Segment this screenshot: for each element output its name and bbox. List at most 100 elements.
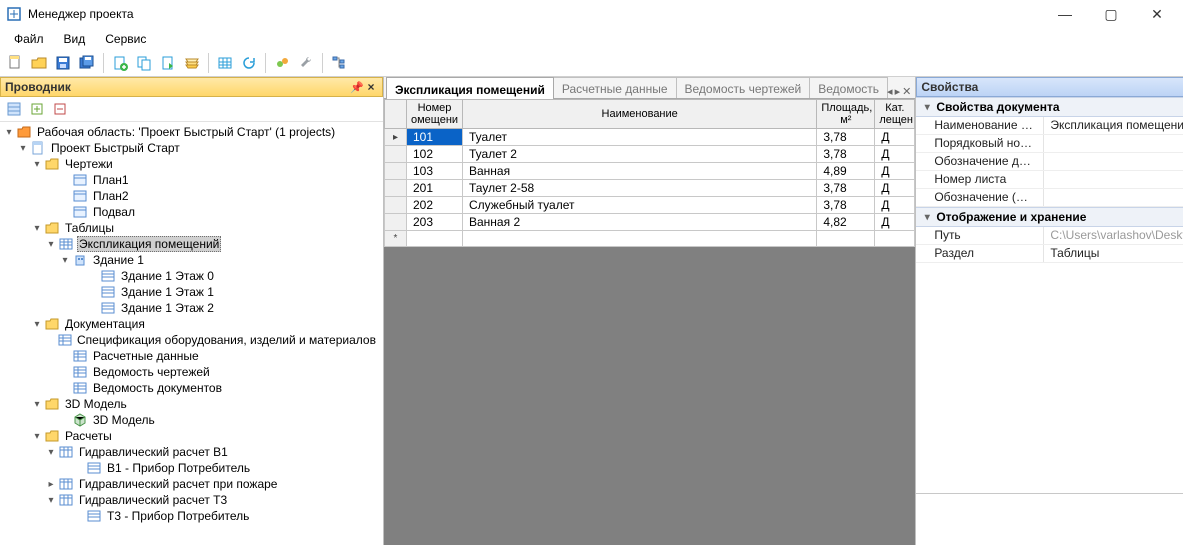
twist-icon[interactable] (30, 397, 44, 411)
tree-plan1[interactable]: План1 (91, 173, 131, 187)
tab-next-icon[interactable]: ▸ (895, 85, 901, 98)
prop-category[interactable]: Свойства документа (916, 97, 1183, 117)
table-row[interactable]: ▸101Туалет3,78Д (385, 129, 915, 146)
wrench-icon[interactable] (295, 52, 317, 74)
cell-number[interactable]: 103 (407, 163, 463, 180)
table-row[interactable]: 203Ванная 24,82Д (385, 214, 915, 231)
cell-area[interactable]: 3,78 (817, 197, 875, 214)
pin-icon[interactable]: 📌 (350, 81, 364, 94)
tree-3dfolder[interactable]: 3D Модель (63, 397, 129, 411)
menu-file[interactable]: Файл (6, 30, 52, 48)
cell-name[interactable]: Туалет 2 (463, 146, 817, 163)
minimize-button[interactable]: — (1051, 6, 1079, 23)
cell-number[interactable]: 101 (407, 129, 463, 146)
tree-icon[interactable] (328, 52, 350, 74)
twist-icon[interactable] (44, 237, 58, 251)
cell-area[interactable]: 3,78 (817, 180, 875, 197)
new-icon[interactable] (4, 52, 26, 74)
cell-name[interactable]: Ванная 2 (463, 214, 817, 231)
tree-plan2[interactable]: План2 (91, 189, 131, 203)
tree-ht3[interactable]: Гидравлический расчет Т3 (77, 493, 229, 507)
twist-icon[interactable] (30, 221, 44, 235)
plug-icon[interactable] (271, 52, 293, 74)
prop-row[interactable]: ПутьC:\Users\varlashov\Desktop\Проект Бы… (916, 227, 1183, 245)
cell-area[interactable]: 4,82 (817, 214, 875, 231)
col-cat[interactable]: Кат. лещен (875, 100, 915, 129)
doc-link-icon[interactable] (133, 52, 155, 74)
tree-docs[interactable]: Документация (63, 317, 147, 331)
twist-icon[interactable] (2, 125, 16, 139)
prop-value[interactable]: C:\Users\varlashov\Desktop\Проект Быстры (1044, 227, 1183, 244)
tree-workspace[interactable]: Рабочая область: 'Проект Быстрый Старт' … (35, 125, 337, 139)
cell-number[interactable]: 102 (407, 146, 463, 163)
tab-vedch[interactable]: Ведомость чертежей (676, 77, 811, 98)
tree-project[interactable]: Проект Быстрый Старт (49, 141, 182, 155)
cell-cat[interactable]: Д (875, 163, 915, 180)
prop-value[interactable] (1044, 135, 1183, 152)
doc-copy-icon[interactable] (157, 52, 179, 74)
open-icon[interactable] (28, 52, 50, 74)
cell-name[interactable]: Служебный туалет (463, 197, 817, 214)
tab-explication[interactable]: Экспликация помещений (386, 77, 554, 99)
twist-icon[interactable] (44, 477, 58, 491)
cell-area[interactable]: 3,78 (817, 129, 875, 146)
tree-veddoc[interactable]: Ведомость документов (91, 381, 224, 395)
cell-number[interactable]: 203 (407, 214, 463, 231)
twist-icon[interactable] (16, 141, 30, 155)
cell-cat[interactable]: Д (875, 197, 915, 214)
close-panel-icon[interactable]: × (364, 80, 378, 94)
prop-row[interactable]: Порядковый номер... (916, 135, 1183, 153)
twist-icon[interactable] (30, 429, 44, 443)
tree-hv1[interactable]: Гидравлический расчет В1 (77, 445, 230, 459)
prop-value[interactable] (1044, 189, 1183, 206)
view-list-icon[interactable] (4, 99, 24, 119)
cell-name[interactable]: Туалет (463, 129, 817, 146)
prop-row[interactable]: Наименование доку...Экспликация помещени… (916, 117, 1183, 135)
prop-row[interactable]: Обозначение (шифр)... (916, 189, 1183, 207)
prop-row[interactable]: Обозначение докуме... (916, 153, 1183, 171)
tab-calcdata[interactable]: Расчетные данные (553, 77, 677, 98)
tree-floor0[interactable]: Здание 1 Этаж 0 (119, 269, 216, 283)
close-button[interactable]: ✕ (1143, 6, 1171, 23)
cell-number[interactable]: 202 (407, 197, 463, 214)
table-row[interactable]: 202Служебный туалет3,78Д (385, 197, 915, 214)
tree-bldg1[interactable]: Здание 1 (91, 253, 146, 267)
table-row[interactable]: 102Туалет 23,78Д (385, 146, 915, 163)
twist-icon[interactable] (44, 493, 58, 507)
twist-icon[interactable] (30, 157, 44, 171)
table-row[interactable]: 201Таулет 2-583,78Д (385, 180, 915, 197)
stack-icon[interactable] (181, 52, 203, 74)
tree-tables[interactable]: Таблицы (63, 221, 116, 235)
prop-value[interactable]: Экспликация помещений (1044, 117, 1183, 134)
tree-spec[interactable]: Спецификация оборудования, изделий и мат… (75, 333, 378, 347)
cell-area[interactable]: 4,89 (817, 163, 875, 180)
prop-value[interactable] (1044, 153, 1183, 170)
col-number[interactable]: Номер омещени (407, 100, 463, 129)
col-area[interactable]: Площадь, м² (817, 100, 875, 129)
table-new-row[interactable]: * (385, 231, 915, 247)
doc-add-icon[interactable] (109, 52, 131, 74)
saveall-icon[interactable] (76, 52, 98, 74)
menu-service[interactable]: Сервис (97, 30, 154, 48)
tab-veddoc[interactable]: Ведомость (809, 77, 888, 98)
tree-drawings[interactable]: Чертежи (63, 157, 115, 171)
tree-vedch[interactable]: Ведомость чертежей (91, 365, 212, 379)
tree-podval[interactable]: Подвал (91, 205, 137, 219)
tree-3dmodel[interactable]: 3D Модель (91, 413, 157, 427)
tree-ht3s[interactable]: Т3 - Прибор Потребитель (105, 509, 251, 523)
tab-close-icon[interactable]: ✕ (902, 85, 911, 98)
tree-calcdata[interactable]: Расчетные данные (91, 349, 201, 363)
tree-calcs[interactable]: Расчеты (63, 429, 114, 443)
cell-cat[interactable]: Д (875, 214, 915, 231)
project-tree[interactable]: Рабочая область: 'Проект Быстрый Старт' … (0, 122, 383, 545)
twist-icon[interactable] (58, 253, 72, 267)
tree-hfire[interactable]: Гидравлический расчет при пожаре (77, 477, 279, 491)
tree-hv1s[interactable]: В1 - Прибор Потребитель (105, 461, 252, 475)
expand-icon[interactable] (27, 99, 47, 119)
prop-row[interactable]: РазделТаблицы (916, 245, 1183, 263)
prop-value[interactable] (1044, 171, 1183, 188)
col-name[interactable]: Наименование (463, 100, 817, 129)
table-row[interactable]: 103Ванная4,89Д (385, 163, 915, 180)
tab-prev-icon[interactable]: ◂ (887, 85, 893, 98)
cell-name[interactable]: Таулет 2-58 (463, 180, 817, 197)
